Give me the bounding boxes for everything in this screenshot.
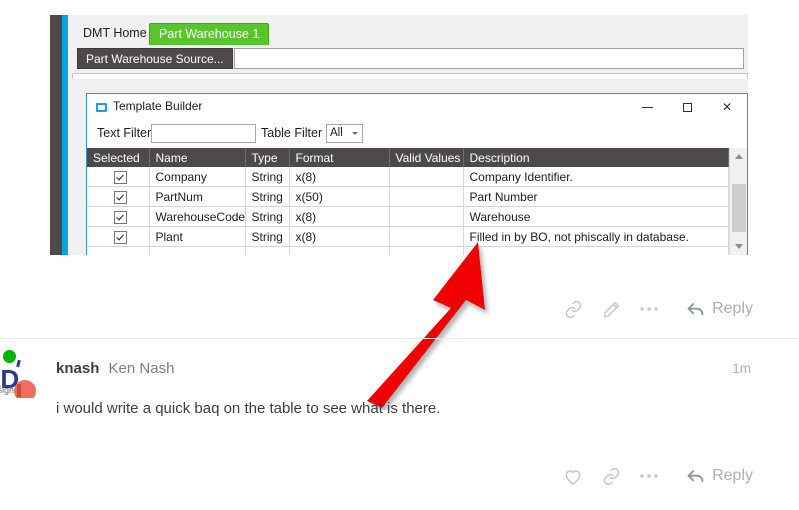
close-icon[interactable]: ✕ xyxy=(707,94,747,121)
row-checkbox[interactable] xyxy=(87,186,150,207)
table-filter-label: Table Filter xyxy=(261,126,323,140)
table-row[interactable]: Company String x(8) Company Identifier. xyxy=(87,167,729,187)
row-checkbox[interactable] xyxy=(87,206,150,227)
avatar-logo-mark xyxy=(16,359,21,368)
fields-table: Selected Name Type Format Valid Values D… xyxy=(87,148,729,255)
cell-format xyxy=(289,246,390,255)
row-checkbox[interactable] xyxy=(87,226,150,247)
reply-arrow-icon xyxy=(686,301,705,318)
cell-description: Warehouse xyxy=(463,206,729,227)
text-filter-input[interactable] xyxy=(151,124,256,143)
tab-dmt-home[interactable]: DMT Home xyxy=(74,23,156,45)
row-checkbox[interactable] xyxy=(87,246,150,255)
link-icon[interactable] xyxy=(554,292,592,326)
cell-valid-values xyxy=(389,186,464,207)
dialog-titlebar[interactable]: Template Builder ✕ xyxy=(87,94,747,122)
table-filter-value: All xyxy=(330,127,343,139)
tab-strip: DMT Home Part Warehouse 1 xyxy=(68,15,748,45)
reply-arrow-icon xyxy=(686,468,705,485)
comment-username[interactable]: knash xyxy=(56,360,99,377)
cell-description: Filled in by BO, not phiscally in databa… xyxy=(463,226,729,247)
reply-button-bottom[interactable]: Reply xyxy=(686,467,753,485)
source-bar: Part Warehouse Source... xyxy=(68,45,748,73)
cell-valid-values xyxy=(389,226,464,247)
cell-description: Company Identifier. xyxy=(463,167,729,187)
column-header-type[interactable]: Type xyxy=(245,148,290,167)
application-window: DMT Home Part Warehouse 1 Part Warehouse… xyxy=(68,15,748,255)
tab-dmt-home-label: DMT Home xyxy=(83,26,147,40)
cell-format: x(8) xyxy=(289,226,390,247)
window-icon xyxy=(96,103,107,112)
cell-type: String xyxy=(245,206,290,227)
grid-vertical-scrollbar[interactable] xyxy=(729,148,747,255)
scroll-up-arrow-icon[interactable] xyxy=(735,154,743,159)
comment-timestamp[interactable]: 1m xyxy=(732,361,751,376)
column-header-name[interactable]: Name xyxy=(149,148,246,167)
cell-description xyxy=(463,246,729,255)
cell-name: WarehouseCode xyxy=(149,206,246,227)
table-row[interactable]: PartNum String x(50) Part Number xyxy=(87,186,729,207)
dialog-title: Template Builder xyxy=(113,99,203,113)
cell-format: x(50) xyxy=(289,186,390,207)
reply-button-top[interactable]: Reply xyxy=(686,300,753,318)
part-warehouse-source-button[interactable]: Part Warehouse Source... xyxy=(77,48,233,69)
cell-format: x(8) xyxy=(289,167,390,187)
table-row[interactable] xyxy=(87,246,729,255)
column-header-valid-values[interactable]: Valid Values xyxy=(389,148,464,167)
column-header-description[interactable]: Description xyxy=(463,148,729,167)
cell-valid-values xyxy=(389,246,464,255)
more-ellipsis-icon[interactable] xyxy=(630,292,668,326)
window-left-gutter xyxy=(50,15,62,255)
table-row[interactable]: Plant String x(8) Filled in by BO, not p… xyxy=(87,226,729,247)
dialog-filter-row: Text Filter Table Filter All xyxy=(87,122,747,148)
post-actions-top: Reply xyxy=(554,292,753,326)
edit-pencil-icon[interactable] xyxy=(592,292,630,326)
table-filter-select[interactable]: All xyxy=(326,124,363,143)
cell-name: Plant xyxy=(149,226,246,247)
cell-valid-values xyxy=(389,206,464,227)
source-input[interactable] xyxy=(234,48,744,69)
part-warehouse-source-button-label: Part Warehouse Source... xyxy=(86,52,224,66)
content-panel-edge xyxy=(72,73,748,79)
tab-part-warehouse-1[interactable]: Part Warehouse 1 xyxy=(149,23,270,45)
comment-divider xyxy=(0,338,799,339)
cell-description: Part Number xyxy=(463,186,729,207)
avatar-logo-secondary: Design xyxy=(0,385,15,395)
template-builder-dialog: Template Builder ✕ Text Filter Table Fil… xyxy=(86,93,748,255)
maximize-icon[interactable] xyxy=(667,94,707,121)
column-header-format[interactable]: Format xyxy=(289,148,390,167)
tab-part-warehouse-1-label: Part Warehouse 1 xyxy=(159,27,260,41)
chevron-down-icon xyxy=(352,132,358,135)
post-actions-bottom: Reply xyxy=(554,459,753,493)
comment-text: i would write a quick baq on the table t… xyxy=(56,400,441,417)
cell-name: PartNum xyxy=(149,186,246,207)
table-row[interactable]: WarehouseCode String x(8) Warehouse xyxy=(87,206,729,227)
comment-display-name: Ken Nash xyxy=(108,360,175,377)
status-badge xyxy=(3,350,16,363)
cell-name: Company xyxy=(149,167,246,187)
cell-type: String xyxy=(245,167,290,187)
scrollbar-thumb[interactable] xyxy=(732,184,746,232)
more-ellipsis-icon[interactable] xyxy=(630,459,668,493)
cell-type: String xyxy=(245,186,290,207)
cell-type: String xyxy=(245,226,290,247)
link-icon[interactable] xyxy=(592,459,630,493)
cell-format: x(8) xyxy=(289,206,390,227)
text-filter-label: Text Filter xyxy=(97,126,152,140)
template-fields-grid: Selected Name Type Format Valid Values D… xyxy=(87,148,747,255)
row-checkbox[interactable] xyxy=(87,167,150,187)
cell-type xyxy=(245,246,290,255)
avatar-logo-accent-bar xyxy=(17,384,21,397)
cell-name xyxy=(149,246,246,255)
comment-author: knash Ken Nash xyxy=(56,360,174,377)
embedded-screenshot: DMT Home Part Warehouse 1 Part Warehouse… xyxy=(0,0,799,270)
scroll-down-arrow-icon[interactable] xyxy=(735,244,743,249)
heart-icon[interactable] xyxy=(554,459,592,493)
reply-label-bottom: Reply xyxy=(712,467,753,484)
cell-valid-values xyxy=(389,167,464,187)
column-header-selected[interactable]: Selected xyxy=(87,148,150,167)
table-header-row: Selected Name Type Format Valid Values D… xyxy=(87,148,729,167)
reply-label-top: Reply xyxy=(712,300,753,317)
minimize-icon[interactable] xyxy=(627,94,667,121)
